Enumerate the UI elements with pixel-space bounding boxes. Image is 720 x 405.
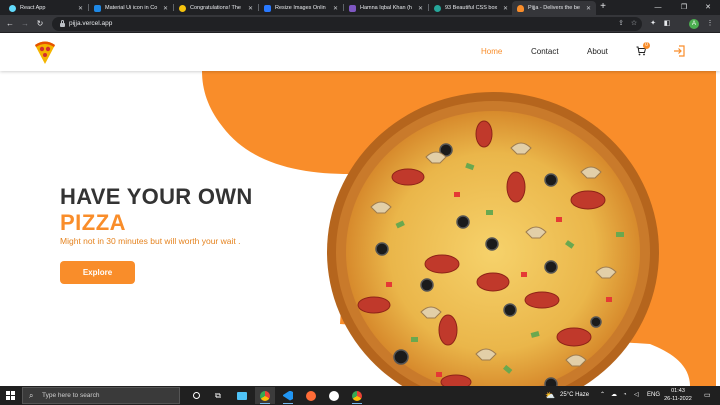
browser-tab[interactable]: 93 Beautiful CSS box ✕	[429, 1, 513, 15]
chrome-taskbar-icon[interactable]	[255, 387, 275, 404]
browser-tab-active[interactable]: Pijja - Delivers the be ✕	[512, 1, 596, 15]
pizza-logo-icon[interactable]	[33, 39, 57, 65]
maximize-window-icon[interactable]: ❐	[672, 0, 696, 15]
tab-title: 93 Beautiful CSS box	[445, 5, 498, 11]
hero-subtitle: Might not in 30 minutes but will worth y…	[60, 236, 241, 246]
address-bar[interactable]: pijja.vercel.app ⇪ ☆	[52, 17, 642, 31]
chrome-menu-icon[interactable]: ⋮	[704, 18, 716, 30]
browser-tab[interactable]: Material Ui icon in Co ✕	[89, 1, 173, 15]
weather-text[interactable]: 25°C Haze	[560, 386, 589, 405]
browser-toolbar: ← → ↻ pijja.vercel.app ⇪ ☆ ✦ ◧ A ⋮	[0, 15, 720, 33]
cortana-icon[interactable]	[186, 387, 206, 404]
pizza-image	[327, 92, 659, 386]
tab-close-icon[interactable]: ✕	[418, 5, 423, 12]
bookmark-star-icon[interactable]: ☆	[628, 18, 640, 30]
site-header: Home Contact About 0	[0, 34, 720, 71]
tab-title: Congratulations! The	[190, 5, 241, 11]
tab-close-icon[interactable]: ✕	[333, 5, 338, 12]
clock-time: 01:43	[671, 388, 685, 394]
lock-icon[interactable]	[60, 20, 65, 27]
volume-icon[interactable]: ◁	[634, 386, 639, 405]
minimize-window-icon[interactable]: —	[646, 0, 670, 15]
nav-link-about[interactable]: About	[587, 47, 608, 56]
css-box-favicon-icon	[434, 4, 441, 12]
notification-icon[interactable]: ▭	[704, 386, 711, 405]
browser-tab[interactable]: Hamna Iqbal Khan (h ✕	[344, 1, 428, 15]
file-explorer-icon[interactable]	[232, 387, 252, 404]
pizza-favicon-icon	[517, 4, 524, 12]
browser-tab[interactable]: Congratulations! The ✕	[174, 1, 258, 15]
onedrive-cloud-icon[interactable]: ☁	[611, 386, 617, 405]
tab-title: Pijja - Delivers the be	[528, 5, 580, 11]
extensions-puzzle-icon[interactable]: ✦	[647, 18, 659, 30]
hashnode-favicon-icon	[349, 4, 356, 12]
vscode-taskbar-icon[interactable]	[278, 387, 298, 404]
login-icon[interactable]	[673, 45, 685, 57]
hero-heading-line2: PIZZA	[60, 210, 127, 235]
windows-start-icon[interactable]	[6, 391, 15, 400]
reload-icon[interactable]: ↻	[34, 18, 46, 30]
url-text[interactable]: pijja.vercel.app	[69, 20, 112, 27]
tab-close-icon[interactable]: ✕	[586, 5, 591, 12]
browser-tab-bar: React App ✕ Material Ui icon in Co ✕ Con…	[0, 0, 720, 15]
tab-close-icon[interactable]: ✕	[163, 5, 168, 12]
clock-date: 26-11-2022	[664, 396, 692, 402]
back-arrow-icon[interactable]: ←	[4, 18, 16, 30]
wifi-icon[interactable]: ◔	[623, 386, 627, 405]
app-taskbar-icon[interactable]	[324, 387, 344, 404]
close-window-icon[interactable]: ✕	[696, 0, 720, 15]
tab-close-icon[interactable]: ✕	[78, 5, 83, 12]
show-hidden-icons-chevron-icon[interactable]: ⌃	[600, 386, 605, 405]
material-ui-favicon-icon	[94, 4, 101, 12]
windows-taskbar: ⌕ Type here to search ⧉ ⛅ 25°C Haze ⌃ ☁ …	[0, 386, 720, 405]
search-icon: ⌕	[29, 391, 34, 400]
web-page: Home Contact About 0 HAVE YOUR OWN PIZZA…	[0, 34, 720, 386]
share-icon[interactable]: ⇪	[615, 18, 627, 30]
tab-title: React App	[20, 5, 46, 11]
new-tab-button[interactable]: +	[597, 1, 609, 13]
search-placeholder[interactable]: Type here to search	[42, 392, 99, 399]
tab-title: Resize Images Onlin	[275, 5, 326, 11]
taskbar-clock[interactable]: 01:43 26-11-2022	[662, 387, 694, 403]
forward-arrow-icon[interactable]: →	[19, 18, 31, 30]
postman-taskbar-icon[interactable]	[301, 387, 321, 404]
emoji-favicon-icon	[179, 4, 186, 12]
browser-tab[interactable]: React App ✕	[4, 1, 88, 15]
chrome-profile-taskbar-icon[interactable]	[347, 387, 367, 404]
explore-button[interactable]: Explore	[60, 261, 135, 284]
browser-tab[interactable]: Resize Images Onlin ✕	[259, 1, 343, 15]
profile-avatar[interactable]: A	[689, 19, 699, 29]
tab-title: Hamna Iqbal Khan (h	[360, 5, 412, 11]
image-resize-favicon-icon	[264, 4, 271, 12]
language-indicator[interactable]: ENG	[647, 386, 660, 405]
cart-count-badge: 0	[643, 42, 650, 49]
task-view-icon[interactable]: ⧉	[208, 387, 228, 404]
weather-icon[interactable]: ⛅	[545, 386, 555, 405]
nav-link-contact[interactable]: Contact	[531, 47, 559, 56]
nav-link-home[interactable]: Home	[481, 47, 502, 56]
taskbar-search-box[interactable]: ⌕ Type here to search	[22, 387, 180, 404]
tab-title: Material Ui icon in Co	[105, 5, 158, 11]
tab-close-icon[interactable]: ✕	[503, 5, 508, 12]
side-panel-icon[interactable]: ◧	[661, 18, 673, 30]
tab-close-icon[interactable]: ✕	[248, 5, 253, 12]
react-favicon-icon	[9, 4, 16, 12]
hero-heading-line1: HAVE YOUR OWN	[60, 184, 253, 209]
